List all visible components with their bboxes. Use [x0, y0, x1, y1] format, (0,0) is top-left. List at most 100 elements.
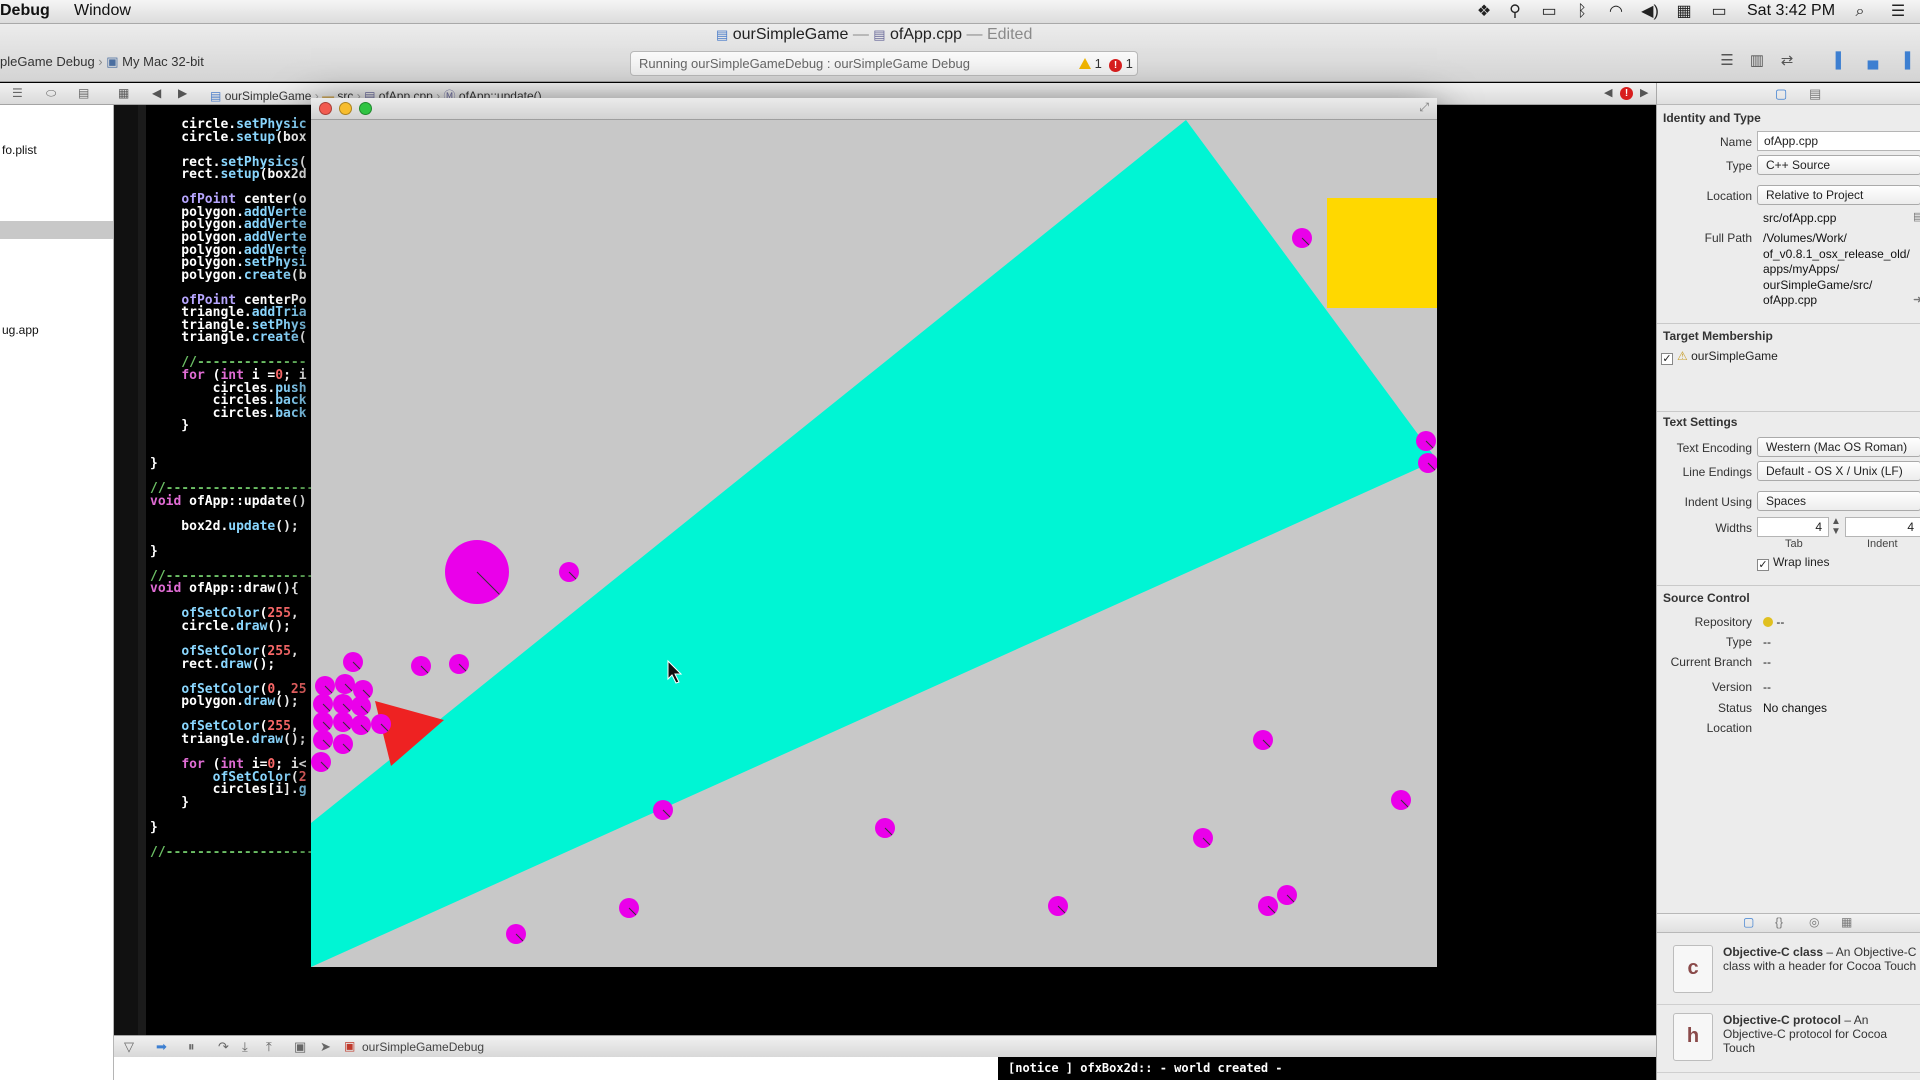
error-badge[interactable]: ! 1 — [1109, 56, 1133, 72]
indent-using-popup[interactable]: Spaces — [1757, 491, 1920, 511]
game-window[interactable]: ⤢ — [311, 98, 1437, 967]
warning-badge[interactable]: 1 — [1079, 56, 1102, 71]
code-line[interactable]: } — [150, 544, 158, 560]
code-line[interactable]: } — [150, 418, 189, 434]
scheme-target[interactable]: pleGame Debug — [0, 54, 95, 69]
notification-center-icon[interactable]: ☰ — [1888, 2, 1908, 22]
standard-editor-icon[interactable]: ☰ — [1716, 52, 1738, 70]
step-into-icon[interactable]: ⤓ — [242, 1039, 248, 1055]
next-issue-icon[interactable]: ▶ — [1640, 86, 1648, 99]
code-line[interactable]: circle.draw(); — [150, 619, 291, 635]
airplay-icon[interactable]: ▭ — [1538, 2, 1560, 22]
media-library-icon[interactable]: ▦ — [1841, 915, 1852, 929]
spotlight-icon[interactable]: ⌕ — [1850, 2, 1870, 22]
quick-help-icon[interactable]: ▤ — [1809, 86, 1821, 102]
line-endings-popup[interactable]: Default - OS X / Unix (LF) — [1757, 461, 1920, 481]
comment-icon[interactable]: ▤ — [78, 86, 89, 100]
reveal-arrow-icon[interactable]: ➜ — [1913, 293, 1920, 306]
wrap-lines-row[interactable]: ✓ Wrap lines — [1757, 555, 1829, 571]
hide-debug-area-icon[interactable]: ▽ — [124, 1039, 134, 1055]
location-icon[interactable]: ➤ — [320, 1039, 331, 1055]
bluetooth-icon[interactable]: ᛒ — [1574, 2, 1590, 22]
debug-console[interactable]: [notice ] ofxBox2d:: - world created - — [114, 1057, 1772, 1080]
view-hierarchy-icon[interactable]: ▣ — [294, 1039, 306, 1055]
assistant-editor-icon[interactable]: ▥ — [1746, 52, 1768, 70]
library-item[interactable]: c Objective-C class – An Objective-C cla… — [1657, 939, 1920, 1005]
type-popup[interactable]: C++ Source — [1757, 155, 1920, 175]
nav-item-app[interactable]: ug.app — [2, 323, 39, 337]
line-gutter[interactable] — [114, 105, 138, 1035]
code-snippet-icon[interactable]: {} — [1775, 915, 1783, 929]
version-editor-icon[interactable]: ⇄ — [1776, 52, 1798, 70]
activity-viewer[interactable]: Running ourSimpleGameDebug : ourSimpleGa… — [630, 51, 1138, 76]
navigator-tabs: ☰ ⬭ ▤ — [0, 83, 114, 105]
library-item-text: Objective-C protocol – An Objective-C pr… — [1723, 1013, 1919, 1055]
scheme-destination[interactable]: My Mac 32-bit — [122, 54, 204, 69]
fullscreen-icon[interactable]: ⤢ — [1419, 100, 1429, 115]
previous-issue-icon[interactable]: ◀ — [1604, 86, 1612, 99]
window-menu[interactable]: Window — [74, 2, 131, 20]
dropbox-icon[interactable]: ❖ — [1474, 2, 1494, 22]
file-template-icon[interactable]: ▢ — [1743, 915, 1754, 929]
zoom-icon[interactable] — [359, 102, 372, 115]
code-line[interactable]: rect.draw(); — [150, 657, 275, 673]
tag-icon[interactable]: ⬭ — [46, 86, 56, 101]
game-window-titlebar[interactable]: ⤢ — [311, 98, 1437, 120]
reveal-folder-icon[interactable]: ▤ — [1913, 210, 1920, 223]
related-items-icon[interactable]: ▦ — [118, 86, 129, 100]
minimize-icon[interactable] — [339, 102, 352, 115]
location-popup[interactable]: Relative to Project — [1757, 185, 1920, 205]
tab-caption: Tab — [1785, 538, 1803, 550]
code-line[interactable]: triangle.create( — [150, 330, 306, 346]
code-line[interactable]: } — [150, 456, 158, 472]
issue-error-icon[interactable]: ! — [1620, 87, 1633, 100]
step-over-icon[interactable]: ↷ — [218, 1039, 229, 1055]
target-checkbox[interactable]: ✓ — [1661, 353, 1673, 365]
crumb-project[interactable]: ourSimpleGame — [225, 89, 312, 103]
code-line[interactable]: circle.setup(box — [150, 130, 306, 146]
step-out-icon[interactable]: ⤒ — [266, 1039, 272, 1055]
encoding-popup[interactable]: Western (Mac OS Roman) — [1757, 437, 1920, 457]
timemachine-icon[interactable]: ⚲ — [1505, 2, 1525, 22]
tab-width-field[interactable]: 4 — [1757, 517, 1829, 537]
flag-icon[interactable]: ▦ — [1674, 2, 1694, 22]
source-control-header: Source Control — [1663, 591, 1750, 605]
code-line[interactable]: } — [150, 795, 189, 811]
pause-icon[interactable]: ⏸ — [188, 1039, 195, 1055]
forward-arrow-icon[interactable]: ▶ — [178, 86, 187, 100]
library-item[interactable]: h Objective-C protocol – An Objective-C … — [1657, 1007, 1920, 1073]
list-icon[interactable]: ☰ — [12, 86, 23, 100]
utilities-toggle-icon[interactable]: ▐ — [1894, 52, 1916, 70]
code-folding-ribbon[interactable] — [138, 105, 146, 1035]
object-library-icon[interactable]: ◎ — [1809, 915, 1819, 929]
code-line[interactable]: triangle.draw(); — [150, 732, 306, 748]
code-line[interactable]: polygon.draw(); — [150, 694, 298, 710]
back-arrow-icon[interactable]: ◀ — [152, 86, 161, 100]
scheme-selector[interactable]: pleGame Debug › ▣ My Mac 32-bit — [0, 54, 204, 70]
wifi-icon[interactable]: ◠ — [1604, 2, 1628, 22]
battery-icon[interactable]: ▭ — [1706, 2, 1732, 22]
code-line[interactable]: void ofApp::draw(){ — [150, 581, 299, 597]
file-inspector-icon[interactable]: ▢ — [1775, 86, 1787, 102]
indent-width-field[interactable]: 4 — [1845, 517, 1920, 537]
target-row[interactable]: ✓ ⚠ ourSimpleGame — [1661, 349, 1778, 365]
app-menu[interactable]: Debug — [0, 2, 50, 20]
title-file: ofApp.cpp — [890, 26, 963, 43]
wrap-lines-checkbox[interactable]: ✓ — [1757, 559, 1769, 571]
breakpoints-toggle-icon[interactable]: ➡ — [156, 1039, 167, 1055]
navigator-toggle-icon[interactable]: ▌ — [1830, 52, 1852, 70]
debug-process-name[interactable]: ourSimpleGameDebug — [362, 1040, 484, 1054]
close-icon[interactable] — [319, 102, 332, 115]
game-scene[interactable] — [311, 120, 1437, 967]
code-line[interactable]: polygon.create(b — [150, 268, 306, 284]
code-line[interactable]: } — [150, 820, 158, 836]
debug-area-toggle-icon[interactable]: ▄ — [1862, 52, 1884, 70]
menubar-clock[interactable]: Sat 3:42 PM — [1747, 2, 1835, 20]
code-line[interactable]: void ofApp::update() — [150, 494, 307, 510]
name-field[interactable]: ofApp.cpp — [1757, 131, 1920, 151]
tab-stepper-icon[interactable]: ▲ ▼ — [1831, 517, 1841, 537]
code-line[interactable]: rect.setup(box2d — [150, 167, 306, 183]
code-line[interactable]: box2d.update(); — [150, 519, 298, 535]
volume-icon[interactable]: ◀) — [1640, 2, 1660, 22]
nav-item-plist[interactable]: fo.plist — [2, 143, 37, 157]
